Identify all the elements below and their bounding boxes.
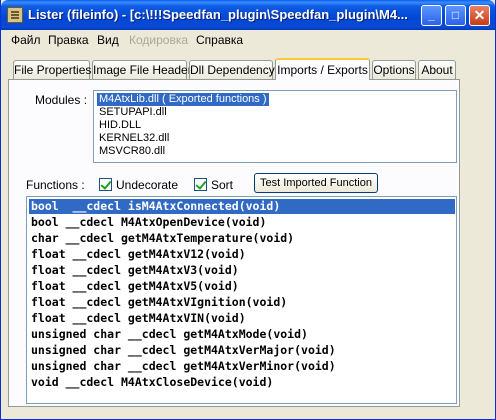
tab-file-properties[interactable]: File Properties (13, 60, 91, 79)
module-item[interactable]: KERNEL32.dll (97, 132, 171, 145)
function-item[interactable]: float __cdecl getM4AtxV3(void) (29, 263, 455, 278)
menu-encoding: Кодировка (129, 33, 189, 47)
minimize-button[interactable]: _ (421, 5, 442, 26)
modules-list[interactable]: M4AtxLib.dll ( Exported functions ) SETU… (93, 90, 457, 163)
menu-edit[interactable]: Правка (48, 33, 89, 47)
function-item[interactable]: void __cdecl M4AtxCloseDevice(void) (29, 375, 455, 390)
module-item[interactable]: SETUPAPI.dll (97, 106, 169, 119)
tab-about[interactable]: About (418, 60, 456, 79)
function-item[interactable]: float __cdecl getM4AtxV12(void) (29, 247, 455, 262)
tab-options[interactable]: Options (372, 60, 416, 79)
functions-label: Functions : (26, 178, 85, 192)
function-item[interactable]: char __cdecl getM4AtxTemperature(void) (29, 231, 455, 246)
modules-label: Modules : (35, 93, 88, 107)
module-item[interactable]: HID.DLL (97, 119, 143, 132)
lister-window: Lister (fileinfo) - [c:\!!!Speedfan_plug… (0, 0, 496, 420)
menu-bar: Файл Правка Вид Кодировка Справка (1, 30, 495, 49)
undecorate-checkbox[interactable] (99, 178, 112, 191)
title-bar[interactable]: Lister (fileinfo) - [c:\!!!Speedfan_plug… (1, 0, 495, 30)
function-item[interactable]: bool __cdecl M4AtxOpenDevice(void) (29, 215, 455, 230)
app-icon (7, 7, 23, 23)
function-item[interactable]: float __cdecl getM4AtxV5(void) (29, 279, 455, 294)
menu-file[interactable]: Файл (11, 33, 41, 47)
function-item[interactable]: unsigned char __cdecl getM4AtxVerMinor(v… (29, 359, 455, 374)
tab-strip: File Properties Image File Header Dll De… (1, 58, 495, 80)
module-item[interactable]: M4AtxLib.dll ( Exported functions ) (96, 92, 270, 107)
function-item[interactable]: unsigned char __cdecl getM4AtxVerMajor(v… (29, 343, 455, 358)
undecorate-label[interactable]: Undecorate (116, 178, 178, 192)
sort-label[interactable]: Sort (211, 178, 233, 192)
test-imported-function-button[interactable]: Test Imported Function (254, 173, 378, 193)
sort-checkbox[interactable] (194, 178, 207, 191)
module-item[interactable]: MSVCR80.dll (97, 145, 167, 158)
maximize-button[interactable]: □ (445, 5, 466, 26)
function-item[interactable]: float __cdecl getM4AtxVIgnition(void) (29, 295, 455, 310)
tab-image-file-header[interactable]: Image File Header (92, 60, 192, 79)
function-item[interactable]: float __cdecl getM4AtxVIN(void) (29, 311, 455, 326)
window-title: Lister (fileinfo) - [c:\!!!Speedfan_plug… (28, 7, 408, 22)
functions-list[interactable]: bool __cdecl isM4AtxConnected(void) bool… (26, 196, 457, 404)
tab-dll-dependency[interactable]: Dll Dependency (189, 60, 275, 79)
menu-view[interactable]: Вид (97, 33, 119, 47)
function-item[interactable]: unsigned char __cdecl getM4AtxMode(void) (29, 327, 455, 342)
tab-imports-exports[interactable]: Imports / Exports (275, 58, 370, 80)
menu-help[interactable]: Справка (196, 33, 243, 47)
function-item[interactable]: bool __cdecl isM4AtxConnected(void) (29, 199, 455, 214)
close-button[interactable]: ✕ (469, 5, 490, 26)
